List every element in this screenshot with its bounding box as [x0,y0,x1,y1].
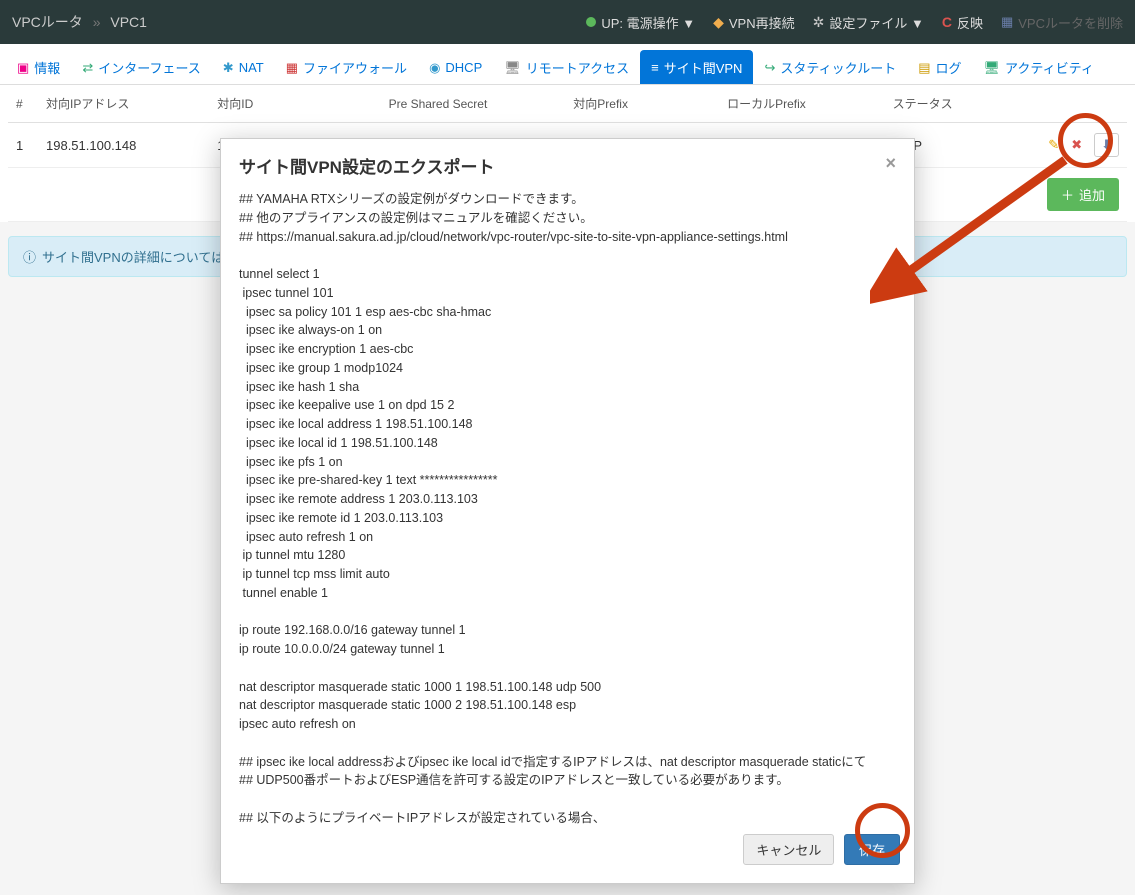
status-dot-icon [586,17,596,27]
table-header-row: # 対向IPアドレス 対向ID Pre Shared Secret 対向Pref… [8,85,1127,123]
delete-router-button[interactable]: ▦ VPCルータを削除 [1001,13,1123,32]
dhcp-icon: ◉ [429,60,440,76]
tab-remote-access[interactable]: 🖥 リモートアクセス [493,50,640,84]
tab-remote-label: リモートアクセス [526,58,629,77]
cell-peer-ip: 198.51.100.148 [38,123,209,168]
gear-icon: ✲ [813,14,825,31]
th-status: ステータス [885,85,1007,123]
tabs: ▣ 情報 ⇄ インターフェース ✱ NAT ▦ ファイアウォール ◉ DHCP 🖥 リモート… [0,44,1135,85]
info-text: サイト間VPNの詳細については [42,247,224,266]
tab-log-label: ログ [936,58,962,77]
modal: サイト間VPN設定のエクスポート × ## YAMAHA RTXシリーズの設定例… [220,138,915,884]
cell-num: 1 [8,123,38,168]
nat-icon: ✱ [223,60,234,76]
refresh-icon: C [942,14,952,30]
config-file-label: 設定ファイル ▼ [829,13,923,32]
activity-icon: 🖥 [984,60,1001,76]
tab-firewall[interactable]: ▦ ファイアウォール [275,50,418,84]
server-icon: ▦ [1001,14,1013,30]
apply-label: 反映 [957,13,983,32]
route-icon: ↪ [764,60,775,76]
th-psk: Pre Shared Secret [381,85,566,123]
tab-nat[interactable]: ✱ NAT [212,50,275,84]
vpn-reconnect-button[interactable]: ◆ VPN再接続 [713,13,795,32]
cancel-button[interactable]: キャンセル [743,834,834,865]
tab-route-label: スタティックルート [780,58,896,77]
download-icon[interactable]: ⬇ [1094,133,1119,157]
save-button[interactable]: 保存 [844,834,900,865]
log-icon: ▤ [918,60,930,76]
tab-info-label: 情報 [34,58,60,77]
delete-router-label: VPCルータを削除 [1018,13,1123,32]
close-icon[interactable]: × [885,153,896,174]
th-peer-ip: 対向IPアドレス [38,85,209,123]
modal-body[interactable]: ## YAMAHA RTXシリーズの設定例がダウンロードできます。 ## 他のア… [221,186,914,826]
tab-site-vpn-label: サイト間VPN [664,58,743,77]
remote-icon: 🖥 [504,60,521,76]
th-peer-id: 対向ID [209,85,380,123]
delete-icon[interactable]: ✖ [1071,137,1082,153]
tab-activity[interactable]: 🖥アクティビティ [973,50,1105,84]
breadcrumb-root[interactable]: VPCルータ [12,14,83,30]
tab-dhcp-label: DHCP [445,60,482,75]
breadcrumb-sep: » [93,14,101,30]
tab-interface[interactable]: ⇄ インターフェース [71,50,211,84]
info-icon: ▣ [17,60,29,76]
tab-firewall-label: ファイアウォール [303,58,407,77]
th-peer-prefix: 対向Prefix [565,85,719,123]
breadcrumb-current: VPC1 [110,14,147,30]
power-menu[interactable]: UP: 電源操作 ▼ [586,13,695,32]
modal-title: サイト間VPN設定のエクスポート [239,153,494,178]
modal-footer: キャンセル 保存 [221,826,914,883]
apply-button[interactable]: C 反映 [942,13,983,32]
header: VPCルータ » VPC1 UP: 電源操作 ▼ ◆ VPN再接続 ✲ 設定ファ… [0,0,1135,44]
power-label: UP: 電源操作 ▼ [601,13,695,32]
info-icon: ⓘ [23,247,36,266]
breadcrumb: VPCルータ » VPC1 [12,12,147,32]
header-actions: UP: 電源操作 ▼ ◆ VPN再接続 ✲ 設定ファイル ▼ C 反映 ▦ VP… [586,13,1123,32]
add-button-label: 追加 [1079,185,1105,204]
tab-activity-label: アクティビティ [1005,58,1094,77]
tab-static-route[interactable]: ↪ スタティックルート [753,50,907,84]
warning-icon: ◆ [713,14,724,31]
interface-icon: ⇄ [82,60,93,76]
add-button[interactable]: ＋ 追加 [1047,178,1119,211]
config-file-menu[interactable]: ✲ 設定ファイル ▼ [813,13,924,32]
th-local-prefix: ローカルPrefix [719,85,884,123]
vpn-reconnect-label: VPN再接続 [729,13,795,32]
row-actions: ✎ ✖ ⬇ [1015,133,1119,157]
tab-interface-label: インターフェース [98,58,201,77]
tab-info[interactable]: ▣ 情報 [6,50,71,84]
th-num: # [8,85,38,123]
plus-icon: ＋ [1061,185,1074,204]
tab-nat-label: NAT [239,60,264,75]
modal-header: サイト間VPN設定のエクスポート × [221,139,914,186]
firewall-icon: ▦ [286,60,298,76]
vpn-icon: ≡ [651,60,659,75]
tab-log[interactable]: ▤ ログ [907,50,972,84]
tab-site-vpn[interactable]: ≡ サイト間VPN [640,50,753,84]
tab-dhcp[interactable]: ◉ DHCP [418,50,493,84]
edit-icon[interactable]: ✎ [1048,137,1059,153]
